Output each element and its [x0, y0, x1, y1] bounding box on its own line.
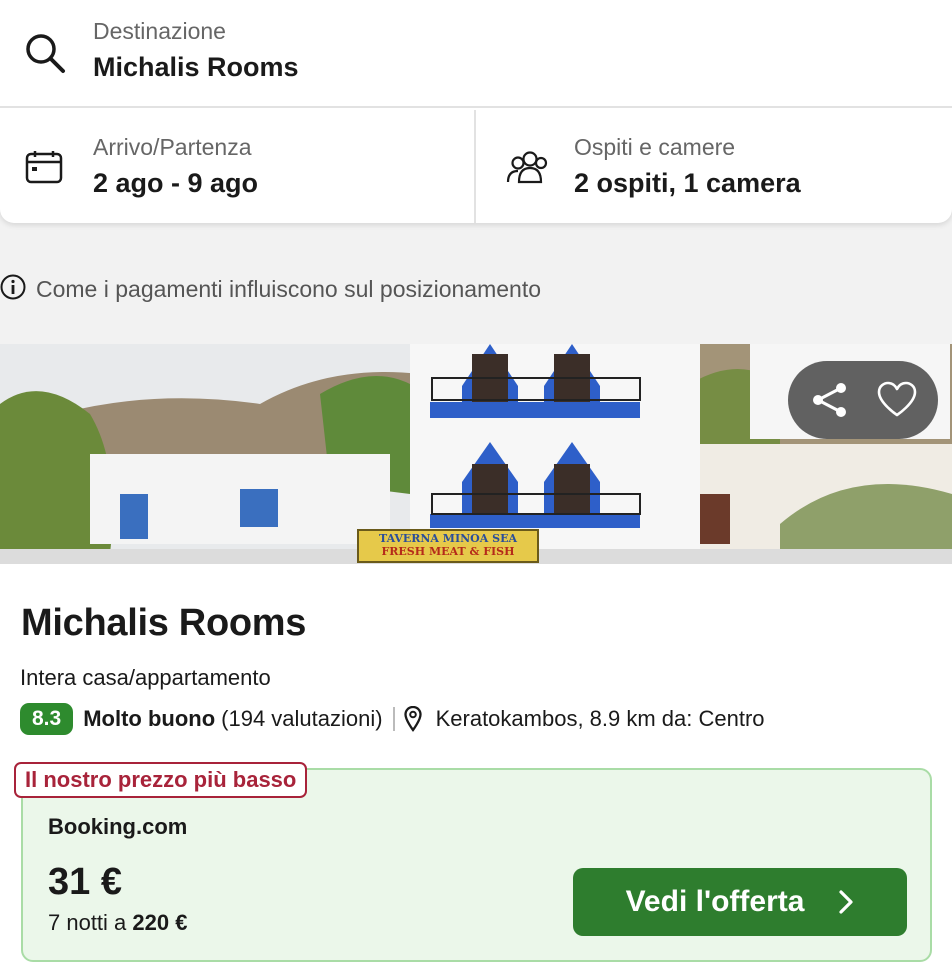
share-icon[interactable]: [800, 370, 860, 430]
view-deal-label: Vedi l'offerta: [625, 885, 805, 918]
guests-value: 2 ospiti, 1 camera: [574, 168, 801, 198]
dates-label: Arrivo/Partenza: [93, 134, 252, 160]
dates-field[interactable]: Arrivo/Partenza 2 ago - 9 ago: [0, 110, 476, 223]
info-icon: [0, 274, 26, 305]
guests-label: Ospiti e camere: [574, 134, 736, 160]
dates-value: 2 ago - 9 ago: [93, 168, 259, 198]
guests-icon: [506, 150, 548, 189]
destination-field[interactable]: Destinazione Michalis Rooms: [0, 0, 952, 108]
divider: [392, 707, 395, 731]
payment-info-text: Come i pagamenti influiscono sul posizio…: [36, 275, 542, 302]
lowest-price-tag: Il nostro prezzo più basso: [14, 762, 308, 798]
guests-field[interactable]: Ospiti e camere 2 ospiti, 1 camera: [478, 110, 952, 223]
total-price: 7 notti a 220 €: [48, 910, 187, 936]
map-pin-icon: [403, 706, 422, 732]
view-deal-button[interactable]: Vedi l'offerta: [573, 868, 907, 936]
nights-prefix: 7 notti a: [48, 910, 127, 935]
rating-score-badge: 8.3: [20, 703, 74, 735]
price-per-night: 31 €: [48, 861, 122, 903]
destination-value: Michalis Rooms: [93, 52, 299, 82]
nights-total: 220 €: [132, 910, 188, 935]
rating-count[interactable]: (194 valutazioni): [221, 706, 382, 732]
rating-text: Molto buono: [83, 706, 216, 731]
location-text[interactable]: Keratokambos, 8.9 km da: Centro: [436, 706, 765, 732]
destination-label: Destinazione: [93, 18, 226, 44]
chevron-right-icon: [838, 889, 854, 915]
search-card: Destinazione Michalis Rooms Arrivo/Parte…: [0, 0, 952, 223]
heart-icon[interactable]: [867, 370, 927, 430]
photo-actions: [788, 361, 938, 439]
search-icon: [24, 32, 66, 79]
sign-text: TAVERNA MINOA SEA FRESH MEAT & FISH: [379, 532, 517, 558]
rating-row: 8.3 Molto buono (194 valutazioni) Kerato…: [20, 703, 765, 735]
calendar-icon: [25, 150, 63, 189]
provider-name: Booking.com: [48, 814, 188, 839]
hotel-type: Intera casa/appartamento: [20, 665, 271, 690]
payment-info-link[interactable]: Come i pagamenti influiscono sul posizio…: [0, 272, 541, 306]
hotel-name[interactable]: Michalis Rooms: [21, 602, 306, 645]
